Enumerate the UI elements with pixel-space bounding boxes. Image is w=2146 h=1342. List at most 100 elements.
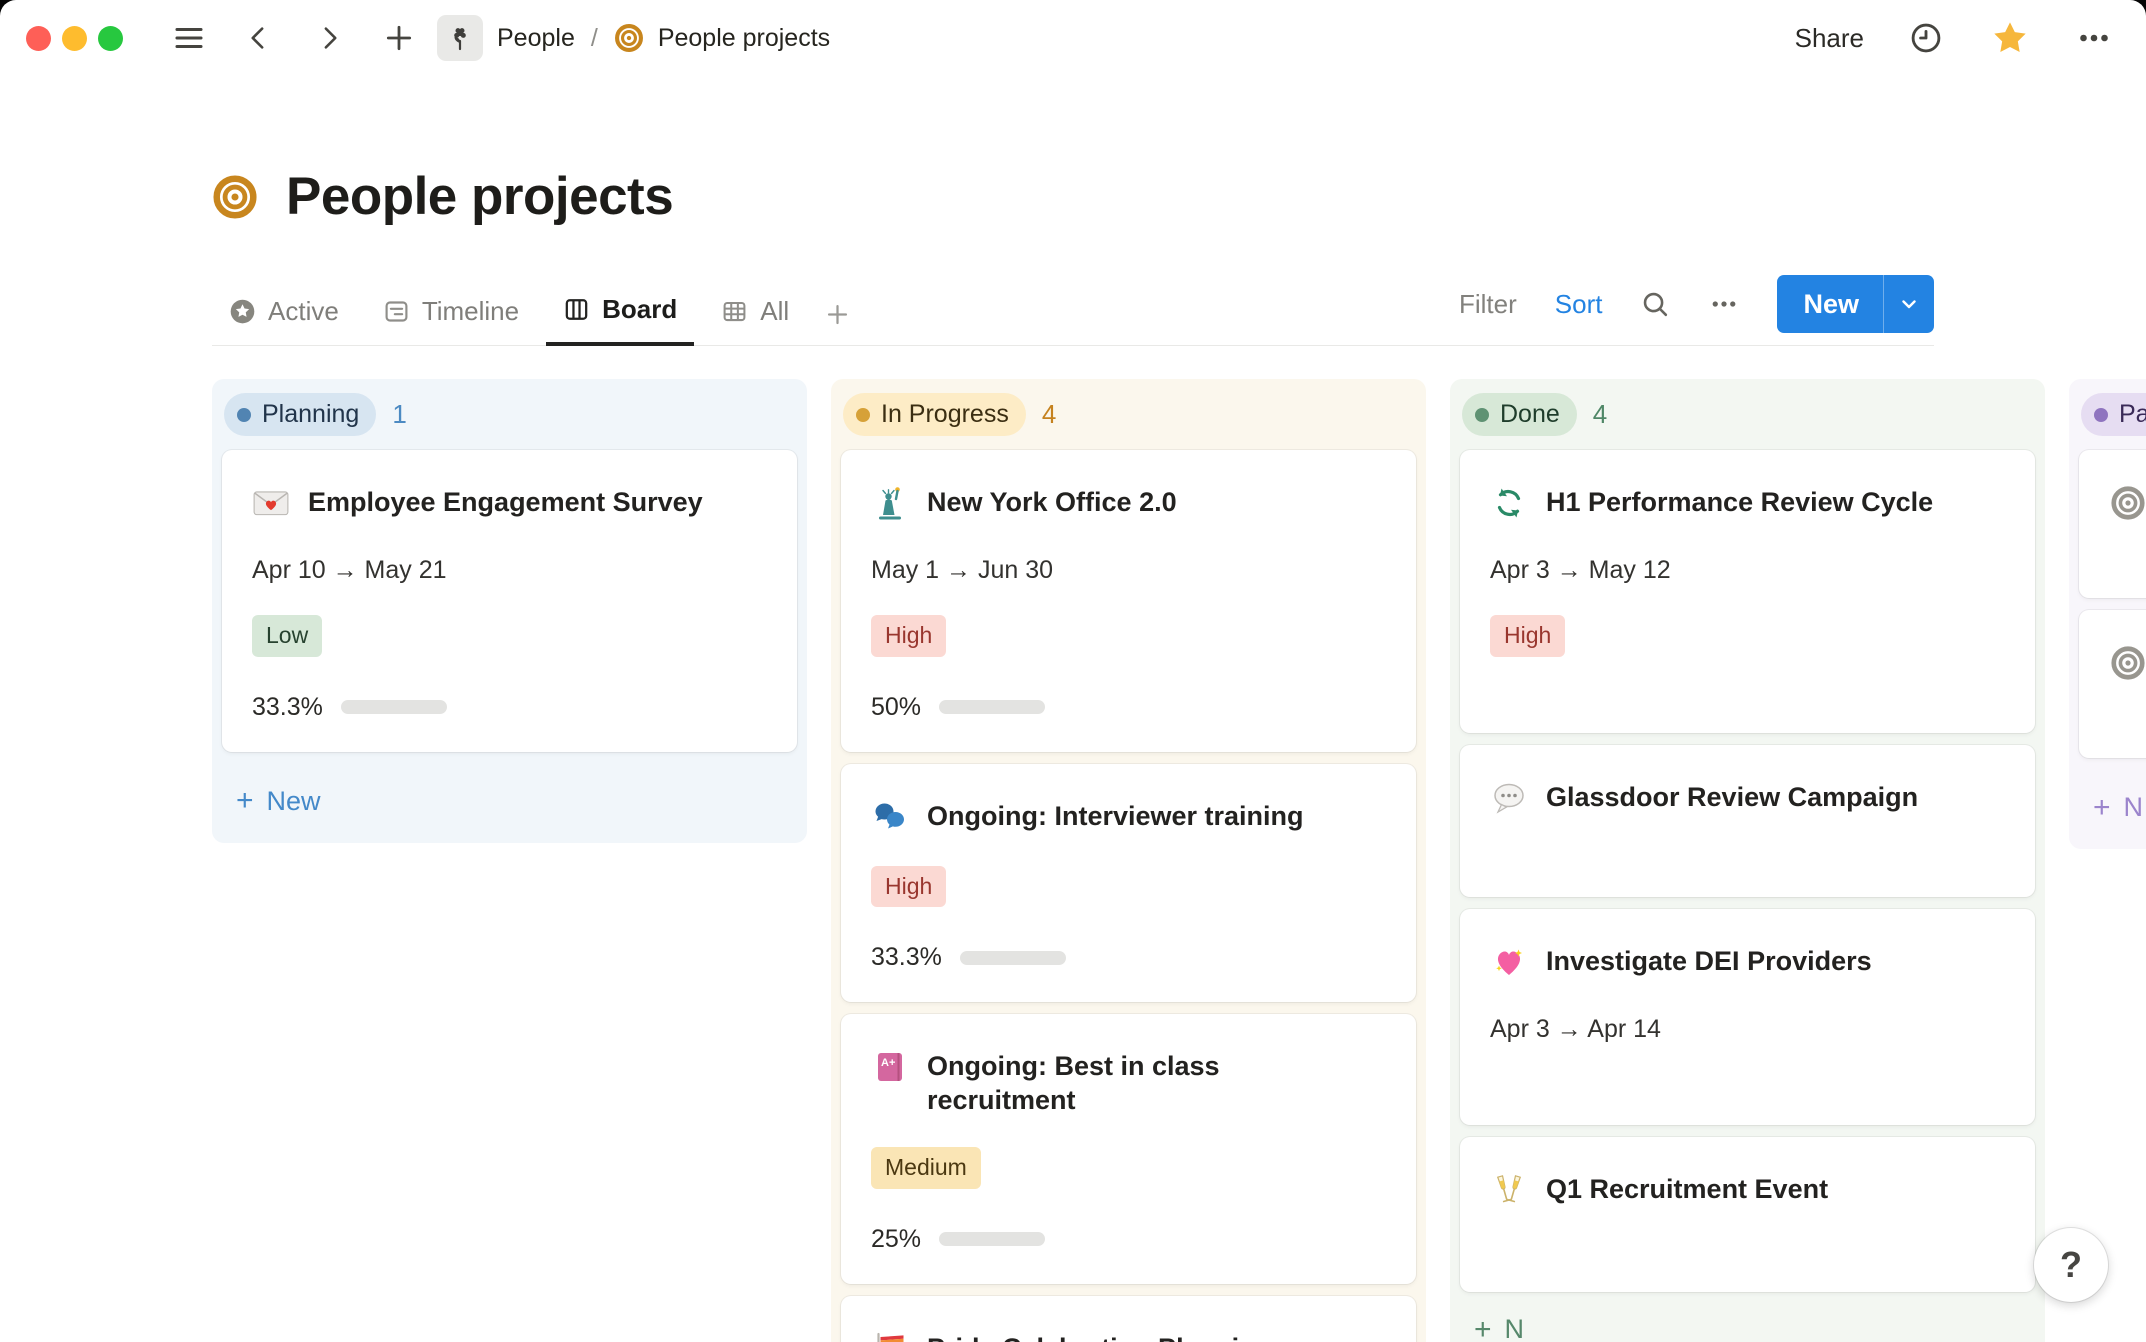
priority-tag: High bbox=[871, 865, 947, 908]
champagne-glasses-icon bbox=[1490, 1171, 1528, 1209]
bullseye-gray-icon bbox=[2109, 484, 2146, 522]
tab-board[interactable]: Board bbox=[546, 284, 695, 346]
minimize-window-button[interactable] bbox=[62, 25, 87, 51]
progress-bar bbox=[340, 700, 447, 715]
priority-tag: High bbox=[871, 615, 947, 657]
sort-button[interactable]: Sort bbox=[1555, 289, 1603, 320]
card-title: Q1 Recruitment Event bbox=[1546, 1174, 1829, 1204]
help-button[interactable]: ? bbox=[2034, 1228, 2108, 1302]
statue-of-liberty-icon bbox=[871, 484, 909, 522]
new-tab-icon[interactable] bbox=[377, 16, 421, 60]
priority-tag: High bbox=[1490, 615, 1566, 657]
breadcrumb: People / People projects bbox=[437, 15, 830, 61]
column-paused-header[interactable]: Pa bbox=[2081, 393, 2146, 436]
search-icon[interactable] bbox=[1640, 289, 1671, 320]
column-paused-partial: Pa + N bbox=[2069, 379, 2146, 849]
progress-label: 33.3% bbox=[871, 943, 942, 972]
card-new-york-office[interactable]: New York Office 2.0 May 1 → Jun 30 High … bbox=[841, 450, 1416, 752]
add-card-button-done[interactable]: + N bbox=[1460, 1306, 2035, 1342]
timeline-icon bbox=[385, 300, 408, 322]
breadcrumb-workspace[interactable]: People bbox=[497, 24, 575, 53]
column-in-progress: In Progress 4 New York Office 2.0 May 1 … bbox=[831, 379, 1426, 1342]
card-best-in-class-recruitment[interactable]: A+ Ongoing: Best in class recruitment Me… bbox=[841, 1014, 1416, 1284]
clock-icon[interactable] bbox=[1904, 16, 1948, 60]
card-q1-recruitment-event[interactable]: Q1 Recruitment Event bbox=[1460, 1137, 2035, 1292]
card-title: Ongoing: Best in class recruitment bbox=[927, 1051, 1220, 1116]
priority-tag: Low bbox=[252, 615, 323, 657]
progress-bar bbox=[939, 1232, 1046, 1247]
progress-label: 25% bbox=[871, 1224, 922, 1253]
love-letter-icon bbox=[252, 484, 290, 522]
workspace-icon[interactable] bbox=[437, 15, 483, 61]
card-title: Investigate DEI Providers bbox=[1546, 946, 1872, 976]
card-untitled-2[interactable] bbox=[2079, 610, 2146, 758]
card-title: Employee Engagement Survey bbox=[308, 487, 703, 517]
close-window-button[interactable] bbox=[26, 25, 51, 51]
plus-icon: + bbox=[1474, 1312, 1492, 1342]
view-options-icon[interactable] bbox=[1709, 289, 1739, 319]
add-view-icon[interactable] bbox=[816, 284, 859, 345]
status-dot bbox=[237, 407, 251, 422]
new-dropdown-chevron-icon[interactable] bbox=[1883, 275, 1934, 333]
card-title: Glassdoor Review Campaign bbox=[1546, 782, 1919, 812]
tab-active[interactable]: Active bbox=[212, 284, 356, 345]
svg-text:A+: A+ bbox=[881, 1057, 895, 1069]
breadcrumb-page[interactable]: People projects bbox=[658, 24, 830, 53]
tab-all[interactable]: All bbox=[704, 284, 806, 345]
card-dates: May 1 → Jun 30 bbox=[871, 556, 1054, 584]
card-glassdoor-review-campaign[interactable]: Glassdoor Review Campaign bbox=[1460, 745, 2035, 897]
progress-bar bbox=[959, 950, 1066, 965]
new-button[interactable]: New bbox=[1777, 275, 1934, 333]
card-dates: Apr 3 → Apr 14 bbox=[1490, 1015, 1661, 1043]
window-toolbar: People / People projects Share bbox=[0, 0, 2146, 76]
plus-icon: + bbox=[2093, 790, 2111, 824]
favorite-star-icon[interactable] bbox=[1988, 16, 2032, 60]
card-dates: Apr 3 → May 12 bbox=[1490, 556, 1671, 584]
forward-icon[interactable] bbox=[307, 16, 351, 60]
tab-timeline[interactable]: Timeline bbox=[366, 284, 536, 345]
share-button[interactable]: Share bbox=[1795, 23, 1864, 54]
card-title: New York Office 2.0 bbox=[927, 487, 1177, 517]
card-dates: Apr 10 → May 21 bbox=[252, 556, 447, 584]
column-planning-header[interactable]: Planning bbox=[224, 393, 377, 436]
card-investigate-dei-providers[interactable]: Investigate DEI Providers Apr 3 → Apr 14 bbox=[1460, 909, 2035, 1125]
card-interviewer-training[interactable]: Ongoing: Interviewer training High 33.3% bbox=[841, 763, 1416, 1003]
speech-bubbles-icon bbox=[871, 798, 909, 836]
filter-button[interactable]: Filter bbox=[1459, 289, 1517, 320]
view-tabbar: Active Timeline Board All Filter Sort Ne… bbox=[212, 275, 1934, 346]
progress-label: 50% bbox=[871, 692, 922, 721]
speech-balloon-icon bbox=[1490, 779, 1528, 817]
card-untitled-1[interactable] bbox=[2079, 450, 2146, 598]
progress-label: 33.3% bbox=[252, 692, 323, 721]
window-controls bbox=[26, 25, 123, 51]
page-title[interactable]: People projects bbox=[286, 166, 674, 227]
column-done: Done 4 H1 Performance Review Cycle Apr 3… bbox=[1450, 379, 2045, 1342]
status-dot bbox=[2094, 407, 2108, 422]
kanban-board: Planning 1 Employee Engagement Survey Ap… bbox=[0, 379, 2146, 1342]
page-icon-bullseye[interactable] bbox=[212, 174, 258, 220]
cycle-arrows-icon bbox=[1490, 484, 1528, 522]
bullseye-gray-icon bbox=[2109, 644, 2146, 682]
column-in-progress-header[interactable]: In Progress bbox=[843, 393, 1026, 436]
column-planning: Planning 1 Employee Engagement Survey Ap… bbox=[212, 379, 807, 843]
zoom-window-button[interactable] bbox=[98, 25, 123, 51]
a-plus-book-icon: A+ bbox=[871, 1048, 909, 1086]
status-dot bbox=[1475, 407, 1489, 422]
app-window: People / People projects Share People pr… bbox=[0, 0, 2146, 1342]
card-employee-engagement-survey[interactable]: Employee Engagement Survey Apr 10 → May … bbox=[222, 450, 797, 752]
add-card-button-planning[interactable]: + New bbox=[222, 778, 797, 825]
board-icon bbox=[565, 299, 588, 320]
priority-tag: Medium bbox=[871, 1147, 981, 1189]
card-h1-performance-review[interactable]: H1 Performance Review Cycle Apr 3 → May … bbox=[1460, 450, 2035, 733]
more-options-icon[interactable] bbox=[2072, 16, 2116, 60]
back-icon[interactable] bbox=[237, 16, 281, 60]
card-title: Ongoing: Interviewer training bbox=[927, 800, 1304, 831]
card-title: Pride Celebration Planning bbox=[927, 1330, 1272, 1342]
column-count: 4 bbox=[1041, 399, 1057, 429]
breadcrumb-separator: / bbox=[590, 23, 598, 52]
add-card-button-paused[interactable]: + N bbox=[2079, 784, 2146, 831]
column-done-header[interactable]: Done bbox=[1462, 393, 1577, 436]
card-pride-celebration-planning[interactable]: Pride Celebration Planning bbox=[841, 1295, 1416, 1342]
column-count: 1 bbox=[392, 399, 407, 429]
sidebar-menu-icon[interactable] bbox=[167, 16, 211, 60]
